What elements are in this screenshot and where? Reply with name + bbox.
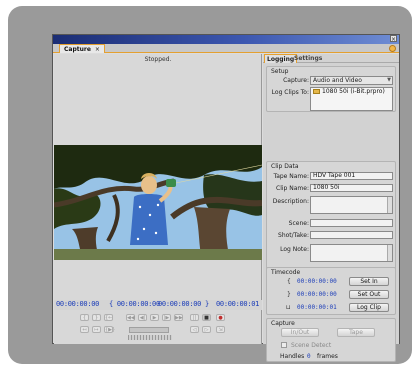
tab-close-icon[interactable]: × bbox=[95, 46, 100, 53]
capture-label: Capture: bbox=[283, 77, 309, 84]
in-point-icon: { bbox=[287, 278, 291, 285]
set-out-icon[interactable]: } bbox=[92, 314, 101, 321]
log-clips-label: Log Clips To: bbox=[271, 89, 309, 96]
tab-settings[interactable]: Settings bbox=[292, 54, 324, 63]
shuttle-slider[interactable] bbox=[129, 327, 169, 333]
description-field[interactable] bbox=[310, 196, 393, 214]
slow-play-icon[interactable]: ▷ bbox=[202, 326, 211, 333]
set-out-button[interactable]: Set Out bbox=[349, 290, 389, 299]
capture-section: Capture In/Out Tape Scene Detect Handles… bbox=[266, 318, 396, 362]
goto-out-point-icon[interactable]: ↦ bbox=[92, 326, 101, 333]
panel-tabs: Logging Settings bbox=[263, 54, 399, 63]
timecode-title: Timecode bbox=[271, 269, 301, 276]
title-bar: × bbox=[53, 35, 399, 44]
clip-data-section: Clip Data Tape Name: HDV Tape 001 Clip N… bbox=[266, 161, 396, 275]
chevron-down-icon: ▼ bbox=[387, 77, 391, 83]
jog-wheel[interactable] bbox=[128, 335, 172, 340]
clip-name-field[interactable]: 1080 50i bbox=[310, 184, 393, 192]
folder-icon bbox=[313, 89, 320, 94]
tab-capture[interactable]: Capture × bbox=[59, 44, 105, 53]
handles-value[interactable]: 0 bbox=[307, 353, 311, 360]
pause-icon[interactable]: || bbox=[190, 314, 199, 321]
tape-name-label: Tape Name: bbox=[273, 173, 309, 180]
log-clips-value: 1080 50i (i-Bit.prpro) bbox=[322, 88, 385, 95]
fast-forward-icon[interactable]: ▶▶ bbox=[174, 314, 183, 321]
handles-label: Handles bbox=[280, 353, 305, 360]
setup-title: Setup bbox=[271, 68, 289, 75]
tape-name-field[interactable]: HDV Tape 001 bbox=[310, 172, 393, 180]
capture-tape-button[interactable]: Tape bbox=[337, 328, 375, 337]
out-point-icon: } bbox=[287, 291, 291, 298]
clip-data-title: Clip Data bbox=[271, 163, 299, 170]
goto-in-point-icon[interactable]: ↤ bbox=[80, 326, 89, 333]
log-clip-button[interactable]: Log Clip bbox=[349, 303, 389, 312]
set-in-icon[interactable]: { bbox=[80, 314, 89, 321]
timecode-section: Timecode { 00:00:00:00 Set In } 00:00:00… bbox=[266, 267, 396, 315]
scene-detect-label: Scene Detect bbox=[291, 342, 332, 349]
timecode-bar: 00:00:00:00 { 00:00:00:00 00:00:00:00 } … bbox=[54, 300, 262, 310]
logging-panel: Logging Settings Setup Capture: Audio an… bbox=[263, 54, 399, 362]
play-icon[interactable]: ▶ bbox=[150, 314, 159, 321]
duration-timecode[interactable]: 00:00:00:01 bbox=[216, 300, 259, 308]
setup-section: Setup Capture: Audio and Video ▼ Log Cli… bbox=[266, 66, 396, 112]
stop-icon[interactable]: ■ bbox=[202, 314, 211, 321]
tab-row: Capture × bbox=[53, 44, 399, 53]
window-close-button[interactable]: × bbox=[390, 35, 397, 43]
description-label: Description: bbox=[272, 198, 309, 205]
slow-reverse-icon[interactable]: ◁ bbox=[190, 326, 199, 333]
shot-take-label: Shot/Take: bbox=[278, 232, 309, 239]
capture-window: × Capture × Stopped. 00:00:00:00 {00:00… bbox=[52, 34, 400, 362]
transport-controls: { } {← ◀◀ ◀| ▶ |▶ ▶▶ || ■ ● ↤ ↦ {▶} ◁ ▷ … bbox=[54, 312, 262, 342]
log-clips-tree[interactable]: 1080 50i (i-Bit.prpro) bbox=[310, 87, 393, 111]
log-note-label: Log Note: bbox=[280, 246, 309, 253]
scene-detect-checkbox[interactable] bbox=[281, 342, 287, 348]
set-in-button[interactable]: Set In bbox=[349, 277, 389, 286]
out-point-timecode[interactable]: 00:00:00:00 } bbox=[158, 300, 209, 308]
log-note-field[interactable] bbox=[310, 244, 393, 262]
current-timecode[interactable]: 00:00:00:00 bbox=[56, 300, 99, 308]
video-preview bbox=[54, 145, 262, 260]
tab-capture-label: Capture bbox=[64, 46, 91, 53]
record-icon[interactable]: ● bbox=[216, 314, 225, 321]
scene-field[interactable] bbox=[310, 219, 393, 227]
timecode-duration-value[interactable]: 00:00:00:01 bbox=[297, 304, 337, 311]
shot-take-field[interactable] bbox=[310, 231, 393, 239]
capture-section-title: Capture bbox=[271, 320, 295, 327]
step-back-icon[interactable]: ◀| bbox=[138, 314, 147, 321]
capture-select-value: Audio and Video bbox=[313, 77, 362, 84]
status-text: Stopped. bbox=[144, 56, 172, 63]
panel-menu-button[interactable] bbox=[389, 45, 396, 52]
capture-in-out-button[interactable]: In/Out bbox=[281, 328, 319, 337]
timecode-in-value[interactable]: 00:00:00:00 bbox=[297, 278, 337, 285]
description-scrollbar[interactable] bbox=[387, 197, 392, 213]
log-note-scrollbar[interactable] bbox=[387, 245, 392, 261]
duration-icon: ⊔ bbox=[286, 304, 291, 311]
scene-search-icon[interactable]: ⇲ bbox=[216, 326, 225, 333]
video-frame-image bbox=[54, 145, 262, 260]
rewind-icon[interactable]: ◀◀ bbox=[126, 314, 135, 321]
capture-select[interactable]: Audio and Video ▼ bbox=[310, 76, 393, 85]
clip-name-label: Clip Name: bbox=[276, 185, 309, 192]
step-forward-icon[interactable]: |▶ bbox=[162, 314, 171, 321]
goto-in-icon[interactable]: {← bbox=[104, 314, 113, 321]
in-point-timecode[interactable]: { 00:00:00:00 bbox=[109, 300, 160, 308]
capture-monitor: Stopped. 00:00:00:00 {00:00:00:00 00:00… bbox=[54, 54, 262, 344]
scene-label: Scene: bbox=[288, 220, 309, 227]
frames-label: frames bbox=[317, 353, 338, 360]
play-in-to-out-icon[interactable]: {▶} bbox=[104, 326, 115, 333]
timecode-out-value[interactable]: 00:00:00:00 bbox=[297, 291, 337, 298]
